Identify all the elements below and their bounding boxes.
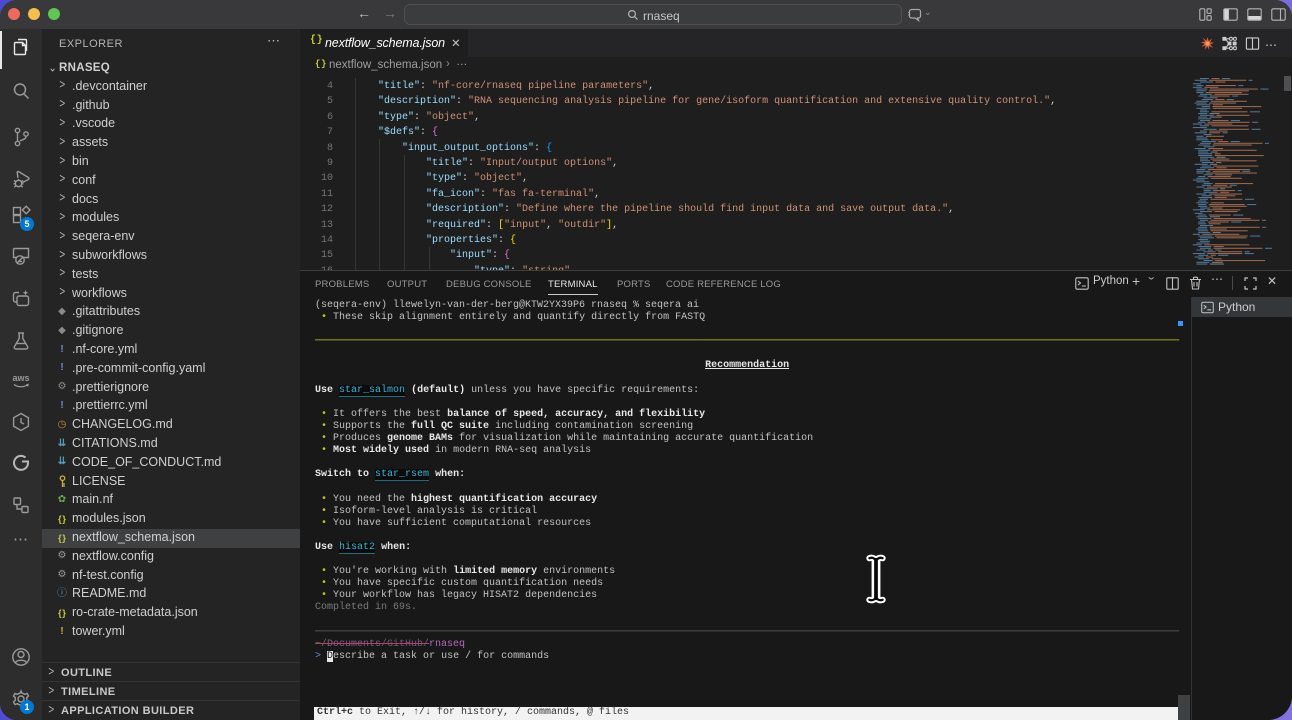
svg-text:aws: aws bbox=[12, 373, 29, 383]
